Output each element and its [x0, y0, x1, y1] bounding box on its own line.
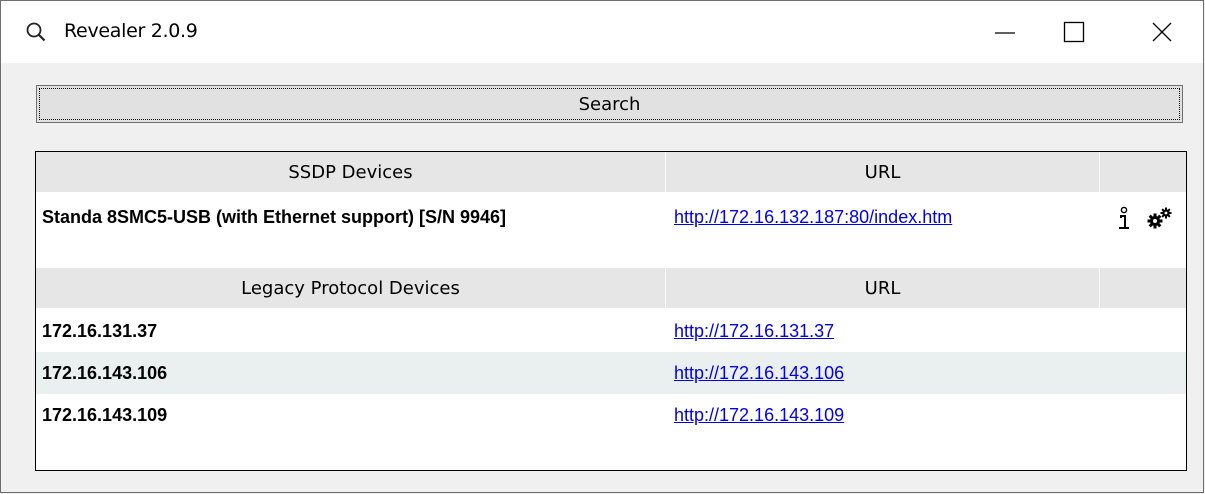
minimize-button[interactable] — [976, 1, 1036, 63]
maximize-button[interactable] — [1045, 1, 1105, 63]
device-url-link[interactable]: http://172.16.132.187:80/index.htm — [674, 196, 952, 238]
legacy-url-column-header[interactable]: URL — [666, 268, 1100, 308]
table-row[interactable]: 172.16.131.37 http://172.16.131.37 — [36, 310, 1186, 352]
ssdp-devices-column-header[interactable]: SSDP Devices — [36, 152, 666, 192]
ssdp-actions-column-header[interactable] — [1100, 152, 1186, 192]
device-name: Standa 8SMC5-USB (with Ethernet support)… — [42, 207, 507, 227]
title-bar[interactable]: Revealer 2.0.9 — [1, 1, 1203, 63]
magnifier-app-icon — [25, 21, 47, 43]
legacy-actions-column-header[interactable] — [1100, 268, 1186, 308]
table-row[interactable]: Standa 8SMC5-USB (with Ethernet support)… — [36, 196, 1186, 238]
device-ip: 172.16.143.109 — [42, 405, 168, 425]
table-row[interactable]: 172.16.143.109 http://172.16.143.109 — [36, 394, 1186, 436]
device-ip: 172.16.143.106 — [42, 363, 168, 383]
minimize-icon — [995, 32, 1015, 34]
device-ip: 172.16.131.37 — [42, 321, 158, 341]
info-icon[interactable] — [1116, 206, 1132, 232]
settings-gears-icon[interactable] — [1146, 206, 1174, 230]
legacy-header-row: Legacy Protocol Devices URL — [36, 268, 1186, 308]
app-window: Revealer 2.0.9 Search SSDP Devices URL S… — [0, 0, 1204, 493]
device-url-link[interactable]: http://172.16.143.106 — [674, 352, 844, 394]
search-button[interactable]: Search — [36, 85, 1183, 123]
ssdp-url-column-header[interactable]: URL — [666, 152, 1100, 192]
maximize-icon — [1063, 21, 1085, 43]
legacy-devices-column-header[interactable]: Legacy Protocol Devices — [36, 268, 666, 308]
device-url-link[interactable]: http://172.16.143.109 — [674, 394, 844, 436]
close-button[interactable] — [1133, 1, 1193, 63]
devices-table: SSDP Devices URL Standa 8SMC5-USB (with … — [35, 151, 1187, 471]
close-icon — [1152, 22, 1172, 42]
window-title: Revealer 2.0.9 — [64, 20, 198, 42]
device-url-link[interactable]: http://172.16.131.37 — [674, 310, 834, 352]
ssdp-header-row: SSDP Devices URL — [36, 152, 1186, 192]
table-row[interactable]: 172.16.143.106 http://172.16.143.106 — [36, 352, 1186, 394]
